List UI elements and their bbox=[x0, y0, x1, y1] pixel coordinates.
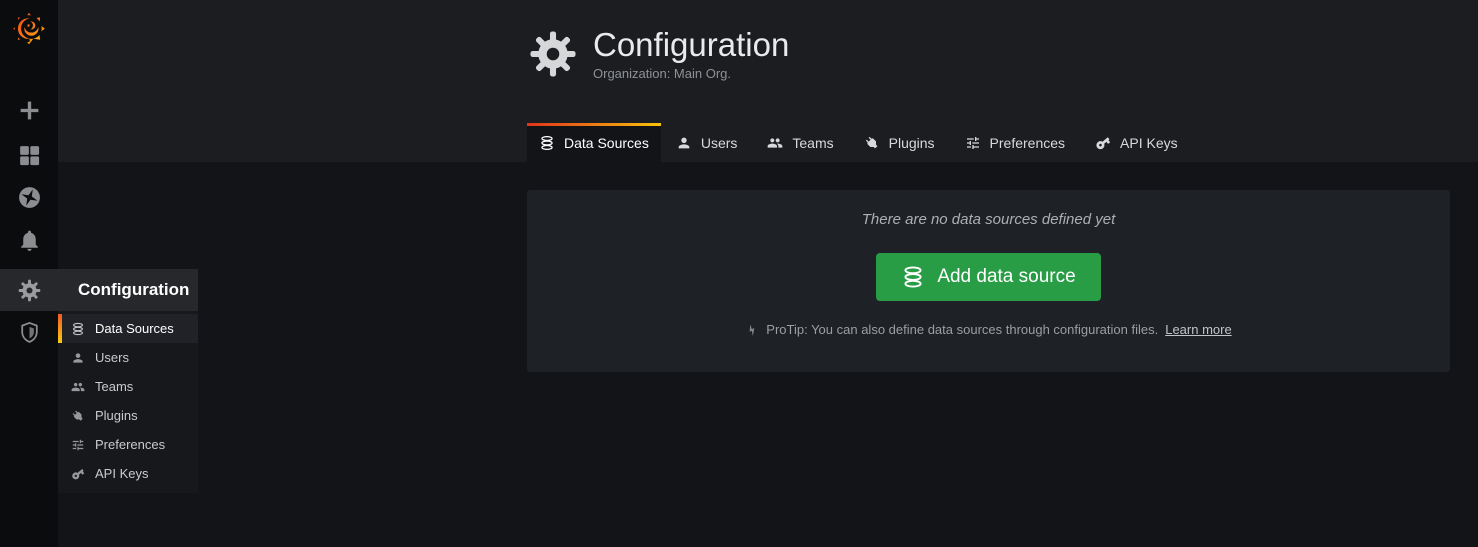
tab-label: Users bbox=[701, 135, 738, 151]
database-icon bbox=[71, 322, 85, 336]
flyout-item-label: API Keys bbox=[95, 466, 148, 481]
sidebar-item-create[interactable] bbox=[0, 90, 58, 130]
flyout-item-label: Plugins bbox=[95, 408, 138, 423]
flyout-item-api-keys[interactable]: API Keys bbox=[58, 459, 198, 488]
protip-text: ProTip: You can also define data sources… bbox=[766, 322, 1158, 337]
plug-icon bbox=[71, 409, 85, 423]
bolt-icon bbox=[745, 323, 759, 337]
sidebar-item-home[interactable] bbox=[0, 5, 58, 49]
key-icon bbox=[71, 467, 85, 481]
add-data-source-button[interactable]: Add data source bbox=[876, 253, 1100, 301]
compass-icon bbox=[17, 185, 42, 210]
dashboards-grid-icon bbox=[17, 143, 42, 168]
configuration-flyout-menu: Configuration Data Sources Users Teams P… bbox=[58, 269, 198, 493]
key-icon bbox=[1095, 135, 1111, 151]
database-icon bbox=[901, 265, 925, 289]
tab-users[interactable]: Users bbox=[661, 123, 753, 162]
protip-line: ProTip: You can also define data sources… bbox=[745, 322, 1231, 337]
tab-preferences[interactable]: Preferences bbox=[950, 123, 1080, 162]
sidebar-item-server-admin[interactable] bbox=[0, 312, 58, 352]
tab-label: Teams bbox=[792, 135, 833, 151]
tab-plugins[interactable]: Plugins bbox=[849, 123, 950, 162]
tab-label: API Keys bbox=[1120, 135, 1178, 151]
page-subtitle: Organization: Main Org. bbox=[593, 66, 789, 81]
tab-bar: Data Sources Users Teams Plugins Prefere… bbox=[527, 123, 1193, 162]
tab-data-sources[interactable]: Data Sources bbox=[527, 123, 661, 162]
bell-icon bbox=[17, 228, 42, 253]
flyout-title: Configuration bbox=[58, 269, 198, 311]
flyout-item-label: Data Sources bbox=[95, 321, 174, 336]
page-title: Configuration bbox=[593, 24, 789, 65]
data-sources-panel: There are no data sources defined yet Ad… bbox=[527, 190, 1450, 372]
flyout-item-teams[interactable]: Teams bbox=[58, 372, 198, 401]
flyout-item-label: Preferences bbox=[95, 437, 165, 452]
users-icon bbox=[767, 135, 783, 151]
grafana-logo-icon bbox=[10, 8, 48, 46]
tab-label: Data Sources bbox=[564, 135, 649, 151]
user-icon bbox=[676, 135, 692, 151]
gear-icon bbox=[17, 278, 42, 303]
page-header: Configuration Organization: Main Org. bbox=[527, 24, 789, 81]
plug-icon bbox=[864, 135, 880, 151]
tab-label: Preferences bbox=[990, 135, 1065, 151]
flyout-item-preferences[interactable]: Preferences bbox=[58, 430, 198, 459]
flyout-item-label: Teams bbox=[95, 379, 133, 394]
sidebar-item-configuration[interactable] bbox=[0, 270, 58, 310]
tab-label: Plugins bbox=[889, 135, 935, 151]
flyout-item-users[interactable]: Users bbox=[58, 343, 198, 372]
database-icon bbox=[539, 135, 555, 151]
empty-state-message: There are no data sources defined yet bbox=[862, 211, 1116, 228]
gear-icon bbox=[527, 28, 579, 80]
user-icon bbox=[71, 351, 85, 365]
tab-teams[interactable]: Teams bbox=[752, 123, 848, 162]
tab-api-keys[interactable]: API Keys bbox=[1080, 123, 1193, 162]
sliders-icon bbox=[965, 135, 981, 151]
sidebar bbox=[0, 0, 58, 547]
sidebar-item-dashboards[interactable] bbox=[0, 135, 58, 175]
sidebar-item-alerting[interactable] bbox=[0, 220, 58, 260]
learn-more-link[interactable]: Learn more bbox=[1165, 322, 1231, 337]
flyout-item-plugins[interactable]: Plugins bbox=[58, 401, 198, 430]
grafana-app: Configuration Data Sources Users Teams P… bbox=[0, 0, 1478, 547]
flyout-item-label: Users bbox=[95, 350, 129, 365]
plus-icon bbox=[17, 98, 42, 123]
sliders-icon bbox=[71, 438, 85, 452]
flyout-item-data-sources[interactable]: Data Sources bbox=[58, 314, 198, 343]
flyout-items: Data Sources Users Teams Plugins Prefere… bbox=[58, 311, 198, 493]
add-data-source-button-label: Add data source bbox=[937, 266, 1075, 288]
users-icon bbox=[71, 380, 85, 394]
shield-icon bbox=[17, 320, 42, 345]
sidebar-item-explore[interactable] bbox=[0, 177, 58, 217]
